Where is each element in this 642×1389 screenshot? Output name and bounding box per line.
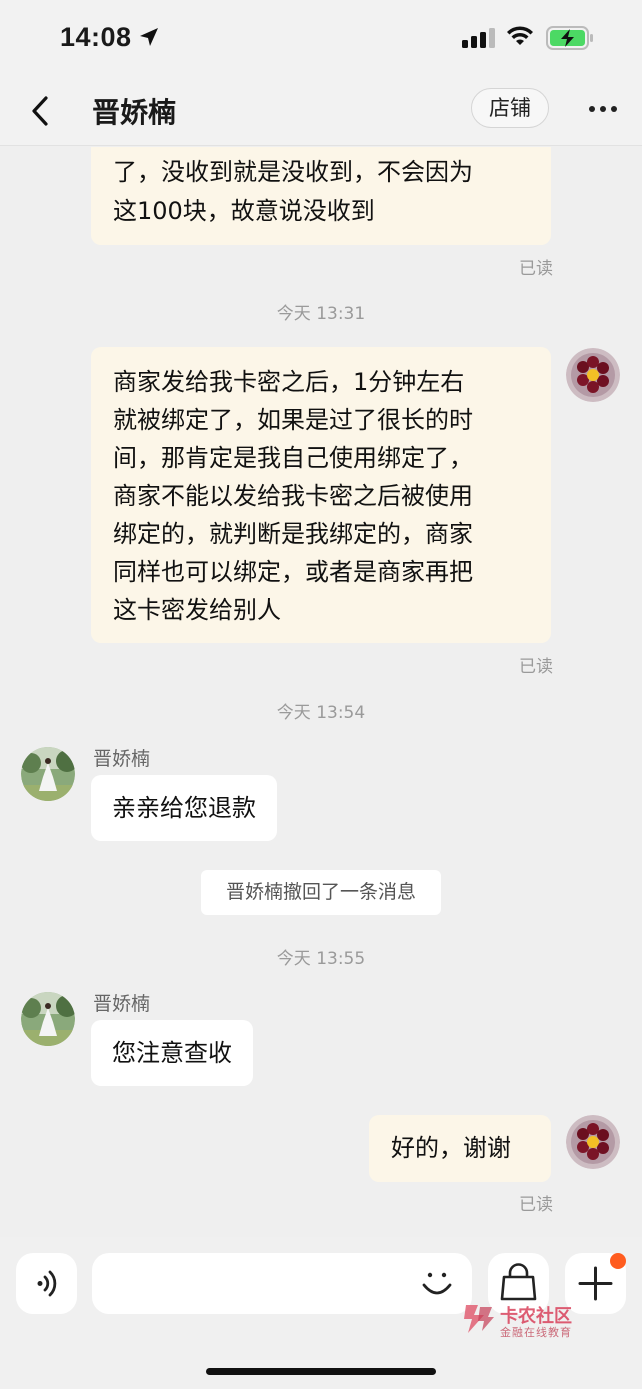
- message-line: 了，没收到就是没收到，不会因为: [113, 158, 473, 186]
- sender-name: 晋娇楠: [93, 748, 151, 770]
- message-input[interactable]: [92, 1253, 472, 1314]
- status-time: 14:08: [60, 22, 132, 52]
- notification-badge: [610, 1253, 626, 1269]
- message-bubble-self: 好的，谢谢: [369, 1115, 551, 1182]
- battery-charging-icon: [546, 26, 593, 50]
- message-line: 同样也可以绑定，或者是商家再把: [113, 558, 473, 586]
- message-line: 商家不能以发给我卡密之后被使用: [113, 482, 473, 510]
- message-line: 这卡密发给别人: [113, 596, 281, 624]
- more-options-icon[interactable]: [588, 105, 618, 113]
- watermark-subtitle: 金融在线教育: [500, 1326, 572, 1339]
- contact-avatar[interactable]: [21, 992, 75, 1046]
- nav-bar: 晋娇楠 店铺: [0, 78, 642, 146]
- back-chevron-icon[interactable]: [28, 94, 52, 128]
- message-line: 这100块，故意说没收到: [113, 197, 375, 225]
- chat-message-list[interactable]: 了，没收到就是没收到，不会因为 这100块，故意说没收到 已读 今天 13:31…: [0, 147, 642, 1237]
- emoji-icon[interactable]: [420, 1267, 454, 1301]
- timestamp: 今天 13:54: [276, 703, 366, 723]
- home-indicator: [206, 1368, 436, 1375]
- voice-button[interactable]: [16, 1253, 77, 1314]
- recall-notice: 晋娇楠撤回了一条消息: [201, 870, 441, 915]
- message-bubble-self: 商家发给我卡密之后，1分钟左右 就被绑定了，如果是过了很长的时 间，那肯定是我自…: [91, 347, 551, 643]
- self-avatar[interactable]: [566, 348, 620, 402]
- cellular-signal-icon: [462, 28, 495, 48]
- message-line: 绑定的，就判断是我绑定的，商家: [113, 520, 473, 548]
- shop-button[interactable]: 店铺: [471, 88, 549, 128]
- voice-icon: [37, 1270, 57, 1297]
- wifi-icon: [507, 26, 533, 45]
- sender-name: 晋娇楠: [93, 993, 151, 1015]
- read-receipt: 已读: [519, 1195, 553, 1215]
- location-arrow-icon: [140, 28, 158, 46]
- self-avatar[interactable]: [566, 1115, 620, 1169]
- chat-title: 晋娇楠: [92, 96, 177, 129]
- timestamp: 今天 13:31: [276, 304, 366, 324]
- message-bubble-self: 了，没收到就是没收到，不会因为 这100块，故意说没收到: [91, 147, 551, 245]
- read-receipt: 已读: [519, 657, 553, 677]
- contact-avatar[interactable]: [21, 747, 75, 801]
- message-bubble-other: 亲亲给您退款: [91, 775, 277, 841]
- message-line: 就被绑定了，如果是过了很长的时: [113, 406, 473, 434]
- message-bubble-other: 您注意查收: [91, 1020, 253, 1086]
- message-line: 商家发给我卡密之后，1分钟左右: [113, 368, 465, 396]
- status-bar: 14:08: [0, 0, 642, 78]
- timestamp: 今天 13:55: [276, 949, 366, 969]
- watermark-logo-icon: [464, 1305, 494, 1333]
- message-line: 间，那肯定是我自己使用绑定了，: [113, 444, 473, 472]
- read-receipt: 已读: [519, 259, 553, 279]
